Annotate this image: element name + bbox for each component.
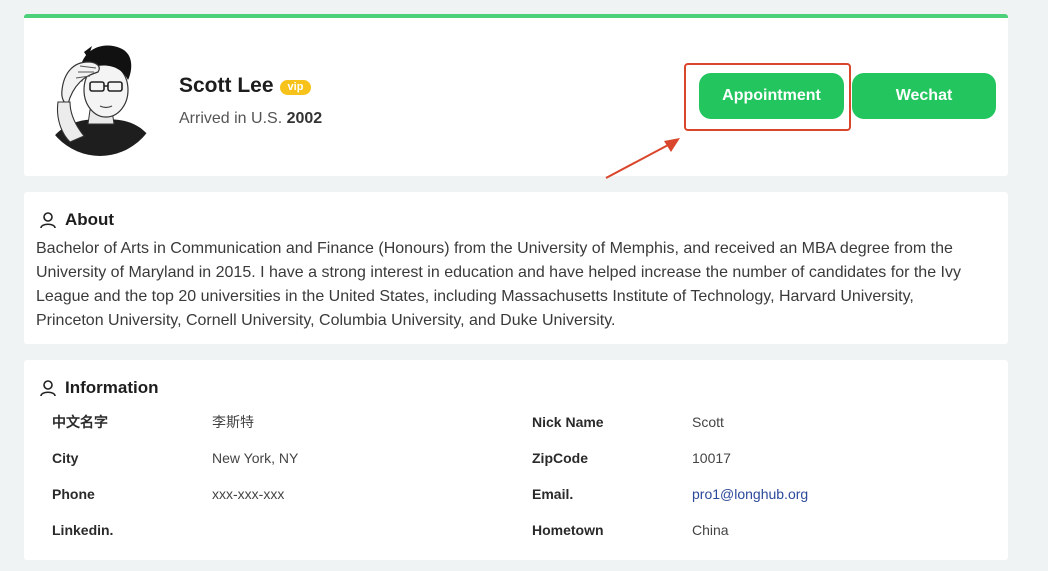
info-row: Linkedin. Hometown China — [52, 518, 992, 554]
phone-value: xxx-xxx-xxx — [212, 486, 285, 502]
about-text: Bachelor of Arts in Communication and Fi… — [36, 240, 961, 329]
hometown-value: China — [692, 522, 729, 538]
information-title: Information — [65, 378, 159, 397]
phone-label: Phone — [52, 486, 95, 502]
vip-badge: vip — [279, 80, 312, 95]
wechat-button[interactable]: Wechat — [852, 73, 996, 119]
information-grid: 中文名字 李斯特 Nick Name Scott City New York, … — [52, 410, 992, 554]
hometown-label: Hometown — [532, 522, 604, 538]
arrived-prefix: Arrived in U.S. — [179, 110, 283, 127]
info-row: 中文名字 李斯特 Nick Name Scott — [52, 410, 992, 446]
about-header: About — [36, 209, 996, 231]
information-card: Information 中文名字 李斯特 Nick Name Scott Cit… — [24, 360, 1008, 560]
zipcode-label: ZipCode — [532, 450, 588, 466]
city-value: New York, NY — [212, 450, 299, 466]
name-row: Scott Lee vip — [179, 74, 312, 98]
profile-card: Scott Lee vip Arrived in U.S. 2002 Appoi… — [24, 14, 1008, 176]
chinese-name-value: 李斯特 — [212, 414, 254, 430]
profile-name: Scott Lee — [179, 74, 274, 97]
nick-name-value: Scott — [692, 414, 724, 430]
email-label: Email. — [532, 486, 574, 502]
avatar — [40, 32, 160, 156]
email-link[interactable]: pro1@longhub.org — [692, 482, 808, 506]
person-icon — [40, 212, 56, 229]
nick-name-label: Nick Name — [532, 414, 604, 430]
appointment-button[interactable]: Appointment — [699, 73, 844, 119]
person-icon — [40, 380, 56, 397]
information-header: Information — [36, 377, 996, 399]
chinese-name-label: 中文名字 — [52, 414, 108, 430]
about-title: About — [65, 210, 115, 229]
info-row: Phone xxx-xxx-xxx Email. pro1@longhub.or… — [52, 482, 992, 518]
info-row: City New York, NY ZipCode 10017 — [52, 446, 992, 482]
linkedin-label: Linkedin. — [52, 522, 114, 538]
arrived-year: 2002 — [286, 110, 323, 127]
city-label: City — [52, 450, 79, 466]
avatar-illustration — [40, 32, 160, 156]
about-card: About Bachelor of Arts in Communication … — [24, 192, 1008, 344]
arrived-info: Arrived in U.S. 2002 — [179, 110, 322, 128]
zipcode-value: 10017 — [692, 450, 731, 466]
